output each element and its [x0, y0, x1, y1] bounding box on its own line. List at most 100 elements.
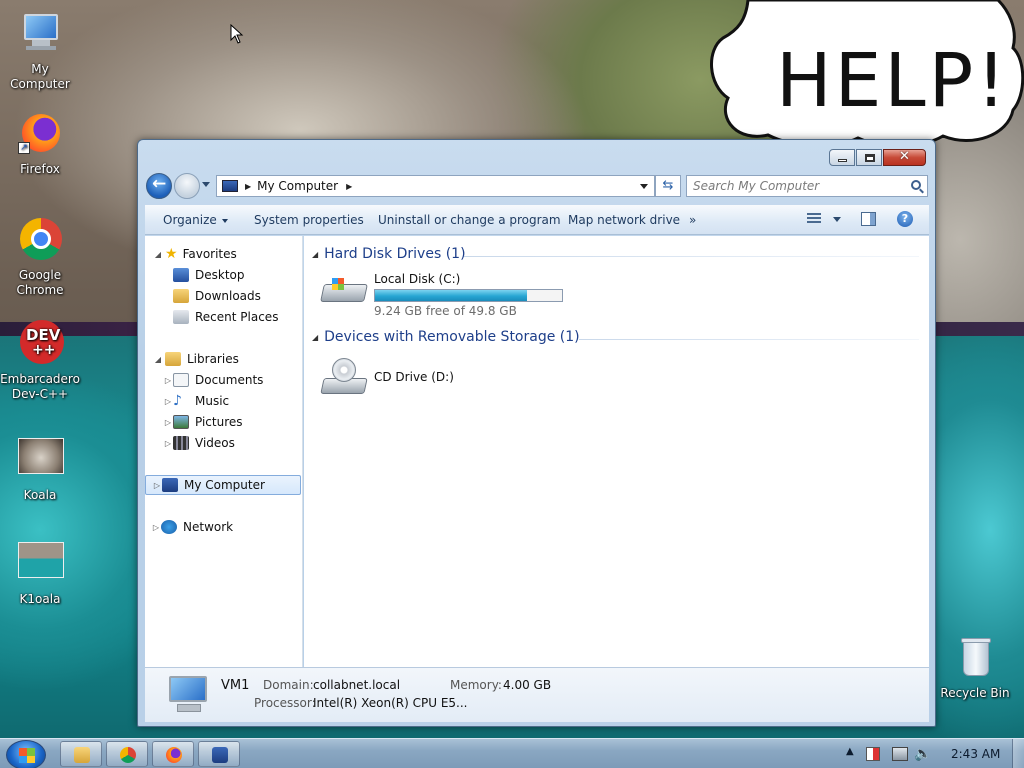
details-pane: VM1 Domain: collabnet.local Memory: 4.00…	[145, 667, 929, 722]
navigation-row: ← ▶ My Computer ▶ ⇆ Search My Computer	[146, 173, 928, 199]
taskbar-explorer-button[interactable]	[60, 741, 102, 767]
expand-arrow-icon[interactable]: ▷	[163, 397, 173, 406]
nav-item-videos[interactable]: ▷ Videos	[163, 433, 235, 453]
desktop-icon-devcpp[interactable]: DEV ++ Embarcadero Dev-C++	[0, 320, 80, 402]
action-center-flag-icon[interactable]	[866, 747, 880, 761]
more-commands-button[interactable]: »	[689, 213, 696, 227]
nav-item-label: Libraries	[187, 352, 239, 366]
taskbar-my-computer-button[interactable]	[198, 741, 240, 767]
search-input[interactable]: Search My Computer	[686, 175, 928, 197]
chevron-right-icon[interactable]: ▶	[346, 182, 352, 191]
collapse-arrow-icon[interactable]: ◢	[153, 355, 163, 364]
nav-item-recent-places[interactable]: Recent Places	[173, 307, 278, 327]
content-pane: ◢ Hard Disk Drives (1) Local Disk (C:) 9…	[304, 236, 929, 667]
music-note-icon: ♪	[173, 393, 182, 409]
close-button[interactable]: ✕	[883, 149, 926, 166]
address-location[interactable]: My Computer	[257, 179, 338, 193]
show-desktop-button[interactable]	[1012, 739, 1024, 768]
group-header-hard-disks[interactable]: ◢ Hard Disk Drives (1)	[312, 246, 466, 262]
minimize-button[interactable]	[829, 149, 855, 166]
nav-item-desktop[interactable]: Desktop	[173, 265, 245, 285]
drive-usage-bar	[374, 289, 563, 302]
expand-arrow-icon[interactable]: ▷	[163, 439, 173, 448]
group-header-label: Devices with Removable Storage (1)	[324, 329, 580, 345]
forward-button[interactable]	[174, 173, 200, 199]
nav-item-music[interactable]: ▷ ♪ Music	[163, 391, 229, 411]
collapse-arrow-icon[interactable]: ◢	[153, 250, 163, 259]
downloads-folder-icon	[173, 289, 189, 303]
uninstall-program-button[interactable]: Uninstall or change a program	[378, 213, 561, 227]
drive-cd-d[interactable]: CD Drive (D:)	[320, 356, 454, 400]
desktop-icon-firefox[interactable]: ↗ Firefox	[0, 110, 80, 177]
explorer-window[interactable]: ✕ ← ▶ My Computer ▶ ⇆ Search My Computer…	[137, 139, 936, 727]
start-button[interactable]	[6, 740, 46, 768]
system-properties-button[interactable]: System properties	[254, 213, 364, 227]
organize-button[interactable]: Organize	[163, 213, 228, 227]
chevron-down-icon	[221, 218, 228, 223]
volume-icon[interactable]: 🔈	[914, 746, 931, 762]
nav-item-documents[interactable]: ▷ Documents	[163, 370, 263, 390]
domain-value: collabnet.local	[313, 678, 401, 692]
expand-arrow-icon[interactable]: ▷	[152, 481, 162, 490]
folder-icon	[74, 747, 90, 763]
taskbar-chrome-button[interactable]	[106, 741, 148, 767]
address-dropdown-icon[interactable]	[640, 184, 648, 189]
desktop-icon-my-computer[interactable]: My Computer	[0, 10, 80, 92]
preview-pane-icon[interactable]	[861, 212, 876, 226]
desktop-icon-k1oala[interactable]: K1oala	[0, 540, 80, 607]
nav-item-label: Videos	[195, 436, 235, 450]
address-bar[interactable]: ▶ My Computer ▶	[216, 175, 655, 197]
nav-item-downloads[interactable]: Downloads	[173, 286, 261, 306]
nav-item-pictures[interactable]: ▷ Pictures	[163, 412, 243, 432]
refresh-button[interactable]: ⇆	[655, 175, 681, 197]
desktop-icon-chrome[interactable]: Google Chrome	[0, 216, 80, 298]
nav-item-label: Desktop	[195, 268, 245, 282]
change-view-icon[interactable]	[807, 213, 821, 225]
nav-item-label: My Computer	[184, 478, 265, 492]
taskbar-clock[interactable]: 2:43 AM	[951, 747, 1000, 761]
nav-item-label: Network	[183, 520, 234, 534]
collapse-arrow-icon[interactable]: ◢	[312, 250, 318, 259]
dev-badge-plus: ++	[32, 342, 56, 358]
taskbar-firefox-button[interactable]	[152, 741, 194, 767]
back-arrow-icon: ←	[152, 174, 167, 194]
desktop-icon-koala[interactable]: Koala	[0, 436, 80, 503]
drive-local-disk-c[interactable]: Local Disk (C:) 9.24 GB free of 49.8 GB	[320, 272, 563, 318]
nav-item-my-computer[interactable]: ▷ My Computer	[145, 475, 301, 495]
drive-name: CD Drive (D:)	[374, 370, 454, 384]
close-icon: ✕	[899, 149, 910, 164]
expand-arrow-icon[interactable]: ▷	[163, 418, 173, 427]
network-tray-icon[interactable]	[892, 747, 908, 761]
processor-label: Processor:	[254, 696, 316, 710]
chrome-icon	[120, 747, 136, 763]
mouse-cursor-icon	[230, 24, 244, 44]
chevron-right-icon[interactable]: ▶	[245, 182, 251, 191]
expand-arrow-icon[interactable]: ▷	[163, 376, 173, 385]
nav-item-favorites[interactable]: ◢ ★ Favorites	[153, 244, 237, 264]
group-header-removable[interactable]: ◢ Devices with Removable Storage (1)	[312, 329, 580, 345]
memory-label: Memory:	[450, 678, 502, 692]
show-hidden-icons-button[interactable]: ▲	[846, 746, 854, 757]
help-icon[interactable]: ?	[897, 211, 913, 227]
map-network-drive-button[interactable]: Map network drive	[568, 213, 680, 227]
collapse-arrow-icon[interactable]: ◢	[312, 333, 318, 342]
firefox-icon	[166, 747, 182, 763]
search-placeholder: Search My Computer	[693, 179, 820, 193]
back-button[interactable]: ←	[146, 173, 172, 199]
desktop-icon-recycle-bin[interactable]: Recycle Bin	[935, 634, 1015, 701]
domain-label: Domain:	[263, 678, 314, 692]
maximize-button[interactable]	[856, 149, 882, 166]
drive-name: Local Disk (C:)	[374, 272, 461, 286]
nav-item-label: Pictures	[195, 415, 243, 429]
computer-name: VM1	[221, 678, 250, 693]
nav-item-network[interactable]: ▷ Network	[151, 517, 233, 537]
search-icon[interactable]	[911, 180, 921, 190]
view-options-dropdown[interactable]	[833, 217, 841, 222]
caption-buttons: ✕	[829, 149, 926, 166]
nav-item-libraries[interactable]: ◢ Libraries	[153, 349, 239, 369]
expand-arrow-icon[interactable]: ▷	[151, 523, 161, 532]
koala-image-icon	[16, 436, 64, 484]
recycle-bin-icon	[951, 634, 999, 682]
computer-large-icon	[165, 674, 211, 716]
recent-pages-dropdown[interactable]	[202, 182, 210, 187]
